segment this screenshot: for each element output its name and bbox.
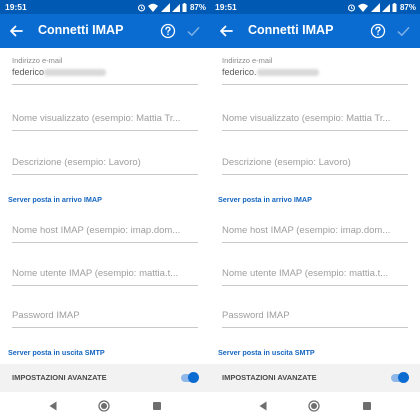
section-outgoing-smtp: Server posta in uscita SMTP [218,348,315,357]
email-field-value-text: federico. [222,67,257,77]
imap-password-placeholder: Password IMAP [222,310,290,321]
back-arrow-icon[interactable] [8,23,24,39]
section-incoming-imap: Server posta in arrivo IMAP [218,195,312,204]
advanced-settings-toggle[interactable] [181,372,199,384]
imap-username-input[interactable]: Nome utente IMAP (esempio: mattia.t... [12,258,198,286]
advanced-settings-label: IMPOSTAZIONI AVANZATE [12,373,107,382]
battery-percent: 87% [189,2,206,12]
alarm-icon [347,3,355,11]
battery-percent: 87% [399,2,416,12]
status-time: 19:51 [215,2,237,12]
display-name-input[interactable]: Nome visualizzato (esempio: Mattia Tr... [12,103,198,131]
nav-recent-apps-icon[interactable] [361,400,373,412]
imap-password-placeholder: Password IMAP [12,310,80,321]
description-placeholder: Descrizione (esempio: Lavoro) [222,157,351,168]
display-name-placeholder: Nome visualizzato (esempio: Mattia Tr... [12,113,181,124]
page-title: Connetti IMAP [248,23,334,37]
advanced-settings-row[interactable]: IMPOSTAZIONI AVANZATE [0,364,210,392]
email-field-value: federico. [222,67,319,77]
status-time: 19:51 [5,2,27,12]
back-arrow-icon[interactable] [218,23,234,39]
wifi-icon [357,3,368,12]
battery-icon [392,2,397,12]
signal-icon [381,3,390,12]
alarm-icon [137,3,145,11]
advanced-settings-row[interactable]: IMPOSTAZIONI AVANZATE [210,364,420,392]
description-input[interactable]: Descrizione (esempio: Lavoro) [12,147,198,175]
phone-screen-right: 19:51 87% Connetti IMAP Indirizzo e-mail… [210,0,420,420]
description-placeholder: Descrizione (esempio: Lavoro) [12,157,141,168]
status-icons: 87% [347,1,416,13]
imap-host-input[interactable]: Nome host IMAP (esempio: imap.dom... [12,215,198,243]
email-field-value: federico [12,67,107,77]
battery-icon [182,2,187,12]
nav-recent-apps-icon[interactable] [151,400,163,412]
app-bar: Connetti IMAP [210,14,420,48]
imap-username-input[interactable]: Nome utente IMAP (esempio: mattia.t... [222,258,408,286]
imap-username-placeholder: Nome utente IMAP (esempio: mattia.t... [12,268,179,279]
imap-host-placeholder: Nome host IMAP (esempio: imap.dom... [12,225,181,236]
email-field-value-text: federico [12,67,45,77]
signal-icon [171,3,180,12]
imap-host-placeholder: Nome host IMAP (esempio: imap.dom... [222,225,391,236]
advanced-settings-toggle[interactable] [391,372,409,384]
status-bar: 19:51 87% [0,0,210,14]
page-title: Connetti IMAP [38,23,124,37]
email-field[interactable]: Indirizzo e-mail federico. [222,56,408,85]
confirm-check-icon[interactable] [186,24,201,39]
email-redacted [256,69,319,77]
system-nav-bar [210,392,420,420]
nav-back-icon[interactable] [47,400,59,412]
description-input[interactable]: Descrizione (esempio: Lavoro) [222,147,408,175]
advanced-settings-label: IMPOSTAZIONI AVANZATE [222,373,317,382]
wifi-icon [147,3,158,12]
email-field-label: Indirizzo e-mail [12,56,63,65]
toggle-knob [188,372,199,383]
status-bar: 19:51 87% [210,0,420,14]
help-icon[interactable] [370,23,386,39]
toggle-knob [398,372,409,383]
email-field-label: Indirizzo e-mail [222,56,273,65]
nav-home-icon[interactable] [98,400,110,412]
email-redacted [44,69,107,77]
status-icons: 87% [137,1,206,13]
nav-back-icon[interactable] [257,400,269,412]
imap-username-placeholder: Nome utente IMAP (esempio: mattia.t... [222,268,389,279]
display-name-placeholder: Nome visualizzato (esempio: Mattia Tr... [222,113,391,124]
email-field[interactable]: Indirizzo e-mail federico [12,56,198,85]
imap-password-input[interactable]: Password IMAP [12,301,198,328]
nav-home-icon[interactable] [308,400,320,412]
app-bar: Connetti IMAP [0,14,210,48]
signal-4g-icon [160,2,170,12]
phone-screen-left: 19:51 87% Connetti IMAP Indirizzo e-mail… [0,0,210,420]
imap-host-input[interactable]: Nome host IMAP (esempio: imap.dom... [222,215,408,243]
help-icon[interactable] [160,23,176,39]
display-name-input[interactable]: Nome visualizzato (esempio: Mattia Tr... [222,103,408,131]
imap-password-input[interactable]: Password IMAP [222,301,408,328]
signal-4g-icon [370,2,380,12]
section-incoming-imap: Server posta in arrivo IMAP [8,195,102,204]
section-outgoing-smtp: Server posta in uscita SMTP [8,348,105,357]
confirm-check-icon[interactable] [396,24,411,39]
screenshot-pair: 19:51 87% Connetti IMAP Indirizzo e-mail… [0,0,420,420]
system-nav-bar [0,392,210,420]
